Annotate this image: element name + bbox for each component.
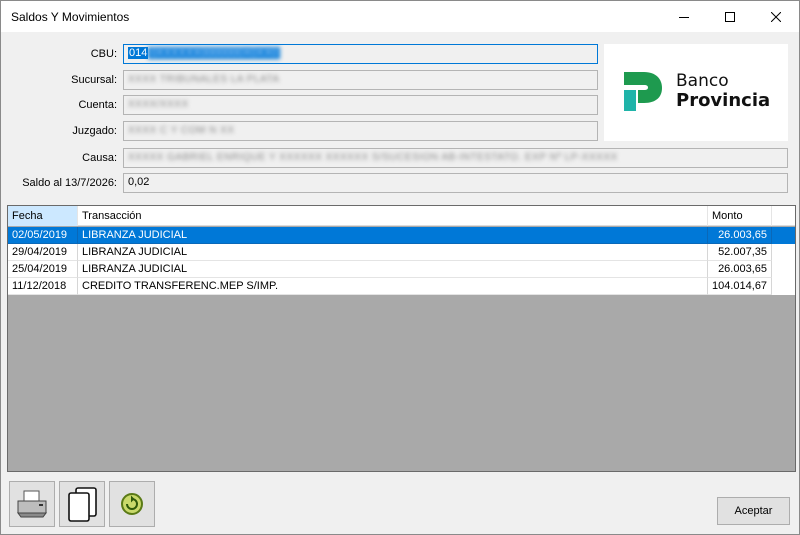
close-button[interactable] bbox=[753, 1, 799, 32]
cbu-label: CBU: bbox=[90, 48, 117, 60]
bank-name-line1: Banco bbox=[676, 71, 729, 91]
cell-fecha: 25/04/2019 bbox=[8, 261, 78, 278]
cbu-value-masked: 0XXXXXX0000000X0XX0 bbox=[148, 47, 280, 59]
minimize-button[interactable] bbox=[661, 1, 707, 32]
refresh-button[interactable] bbox=[109, 481, 155, 527]
movements-grid[interactable]: Fecha Transacción Monto 02/05/2019 LIBRA… bbox=[7, 205, 796, 472]
print-button[interactable] bbox=[9, 481, 55, 527]
sucursal-value: XXXX TRIBUNALES LA PLATA bbox=[128, 74, 280, 85]
causa-field[interactable]: XXXXX GABRIEL ENRIQUE Y XXXXXX XXXXXX S/… bbox=[123, 148, 788, 168]
causa-label: Causa: bbox=[82, 152, 117, 164]
cuenta-value: XXXX/XXXX bbox=[128, 99, 189, 110]
copy-button[interactable] bbox=[59, 481, 105, 527]
printer-icon bbox=[17, 490, 47, 518]
cbu-field[interactable]: 014 0XXXXXX0000000X0XX0 bbox=[123, 44, 598, 64]
table-row[interactable]: 25/04/2019 LIBRANZA JUDICIAL 26.003,65 bbox=[8, 261, 795, 278]
cell-transaccion: LIBRANZA JUDICIAL bbox=[78, 227, 708, 244]
banco-provincia-logo-icon bbox=[624, 72, 662, 111]
maximize-icon bbox=[725, 11, 735, 22]
cell-monto: 26.003,65 bbox=[708, 227, 772, 244]
window-title: Saldos Y Movimientos bbox=[11, 9, 130, 24]
table-row[interactable]: 11/12/2018 CREDITO TRANSFERENC.MEP S/IMP… bbox=[8, 278, 795, 295]
column-header-monto[interactable]: Monto bbox=[708, 206, 772, 226]
cell-monto: 104.014,67 bbox=[708, 278, 772, 295]
title-bar: Saldos Y Movimientos bbox=[1, 1, 799, 32]
minimize-icon bbox=[679, 16, 689, 18]
cell-transaccion: LIBRANZA JUDICIAL bbox=[78, 244, 708, 261]
column-header-transaccion[interactable]: Transacción bbox=[78, 206, 708, 226]
table-row[interactable]: 29/04/2019 LIBRANZA JUDICIAL 52.007,35 bbox=[8, 244, 795, 261]
cell-transaccion: CREDITO TRANSFERENC.MEP S/IMP. bbox=[78, 278, 708, 295]
window-controls bbox=[661, 1, 799, 32]
cell-fecha: 11/12/2018 bbox=[8, 278, 78, 295]
juzgado-field[interactable]: XXXX C Y COM N XX bbox=[123, 121, 598, 141]
cuenta-field[interactable]: XXXX/XXXX bbox=[123, 95, 598, 115]
dialog-window: Saldos Y Movimientos CBU: 014 0XXXXXX0000… bbox=[0, 0, 800, 535]
bank-name: Banco Provincia bbox=[676, 71, 770, 111]
bank-name-line2: Provincia bbox=[676, 90, 771, 111]
sucursal-field[interactable]: XXXX TRIBUNALES LA PLATA bbox=[123, 70, 598, 90]
cell-fecha: 02/05/2019 bbox=[8, 227, 78, 244]
saldo-value: 0,02 bbox=[128, 176, 150, 188]
cuenta-label: Cuenta: bbox=[78, 99, 117, 111]
saldo-field[interactable]: 0,02 bbox=[123, 173, 788, 193]
cell-monto: 52.007,35 bbox=[708, 244, 772, 261]
accept-button[interactable]: Aceptar bbox=[717, 497, 790, 525]
close-icon bbox=[771, 11, 781, 22]
column-header-fecha[interactable]: Fecha bbox=[8, 206, 78, 226]
copy-pages-icon bbox=[68, 487, 97, 522]
cell-monto: 26.003,65 bbox=[708, 261, 772, 278]
cell-transaccion: LIBRANZA JUDICIAL bbox=[78, 261, 708, 278]
cbu-value-prefix: 014 bbox=[128, 47, 149, 59]
sucursal-label: Sucursal: bbox=[71, 74, 117, 86]
refresh-icon bbox=[121, 493, 143, 515]
bank-logo: Banco Provincia bbox=[604, 44, 788, 141]
grid-header: Fecha Transacción Monto bbox=[8, 206, 795, 226]
cell-fecha: 29/04/2019 bbox=[8, 244, 78, 261]
causa-value: XXXXX GABRIEL ENRIQUE Y XXXXXX XXXXXX S/… bbox=[128, 152, 618, 163]
maximize-button[interactable] bbox=[707, 1, 753, 32]
saldo-label: Saldo al 13/7/2026: bbox=[22, 177, 117, 189]
juzgado-label: Juzgado: bbox=[72, 125, 117, 137]
juzgado-value: XXXX C Y COM N XX bbox=[128, 125, 235, 136]
table-row[interactable]: 02/05/2019 LIBRANZA JUDICIAL 26.003,65 bbox=[8, 227, 795, 244]
